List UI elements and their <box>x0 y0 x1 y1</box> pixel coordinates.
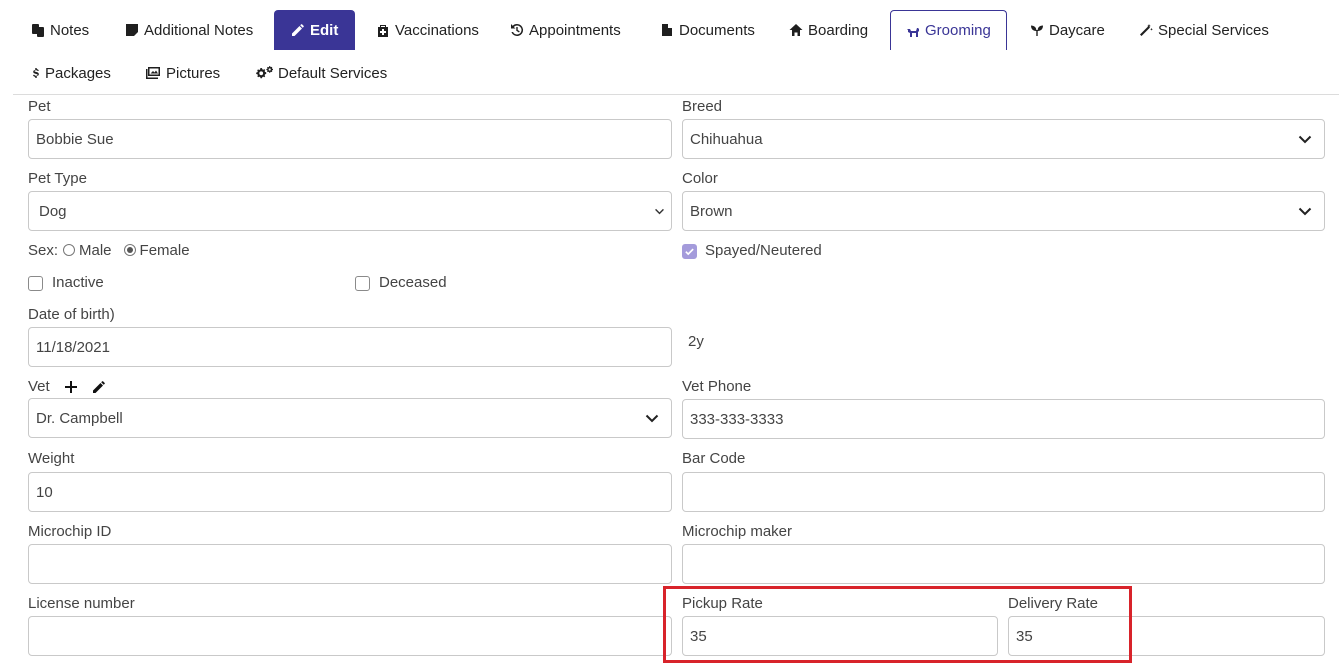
chevron-down-icon <box>1298 135 1312 144</box>
inactive-checkbox[interactable] <box>28 276 43 291</box>
sex-field: Sex: Male Female <box>28 242 190 259</box>
notes-icon <box>32 24 44 37</box>
microchip-id-label: Microchip ID <box>28 523 112 540</box>
add-vet-icon[interactable] <box>64 380 78 394</box>
bar-code-label: Bar Code <box>682 450 746 467</box>
tab-default-services[interactable]: Default Services <box>256 53 387 93</box>
tab-grooming[interactable]: Grooming <box>890 10 1007 50</box>
pet-type-label: Pet Type <box>28 170 87 187</box>
sex-female-radio[interactable] <box>123 244 136 256</box>
seedling-icon <box>1031 25 1043 36</box>
home-icon <box>789 24 803 36</box>
tab-additional-notes[interactable]: Additional Notes <box>125 10 253 50</box>
deceased-label: Deceased <box>379 274 447 291</box>
dob-input[interactable]: 11/18/2021 <box>28 327 672 367</box>
spayed-neutered-checkbox[interactable] <box>682 244 697 259</box>
pet-type-select[interactable]: Dog <box>28 191 672 231</box>
pencil-icon <box>292 24 304 36</box>
weight-label: Weight <box>28 450 75 467</box>
pet-name-input[interactable]: Bobbie Sue <box>28 119 672 159</box>
images-icon <box>146 67 160 79</box>
spayed-neutered-label: Spayed/Neutered <box>705 242 822 259</box>
medical-kit-icon <box>378 25 388 37</box>
gears-icon <box>256 66 273 79</box>
chevron-down-icon <box>655 208 664 215</box>
tabs-divider <box>13 94 1339 95</box>
highlight-box <box>663 586 1132 663</box>
bar-code-input[interactable] <box>682 472 1325 512</box>
age-text: 2y <box>688 333 704 350</box>
vet-label: Vet <box>28 378 50 395</box>
file-icon <box>662 24 672 36</box>
microchip-id-input[interactable] <box>28 544 672 584</box>
vet-select[interactable]: Dr. Campbell <box>28 398 672 438</box>
edit-vet-icon[interactable] <box>92 380 106 394</box>
tab-edit[interactable]: Edit <box>274 10 356 50</box>
vet-phone-input[interactable]: 333-333-3333 <box>682 399 1325 439</box>
deceased-checkbox[interactable] <box>355 276 370 291</box>
tab-vaccinations[interactable]: Vaccinations <box>376 10 479 50</box>
tab-special-services[interactable]: Special Services <box>1139 10 1269 50</box>
dollar-icon <box>33 68 39 78</box>
inactive-label: Inactive <box>52 274 104 291</box>
vet-phone-label: Vet Phone <box>682 378 752 395</box>
dob-label: Date of birth) <box>28 306 115 323</box>
license-number-label: License number <box>28 595 135 612</box>
tab-packages[interactable]: Packages <box>31 53 111 93</box>
history-icon <box>511 23 524 36</box>
tab-pictures[interactable]: Pictures <box>145 53 220 93</box>
breed-select[interactable]: Chihuahua <box>682 119 1325 159</box>
microchip-maker-label: Microchip maker <box>682 523 793 540</box>
tab-notes[interactable]: Notes <box>31 10 89 50</box>
dog-icon <box>907 27 919 37</box>
sticky-note-icon <box>126 24 138 36</box>
tab-boarding[interactable]: Boarding <box>789 10 868 50</box>
weight-input[interactable]: 10 <box>28 472 672 512</box>
color-label: Color <box>682 170 718 187</box>
pet-label: Pet <box>28 98 51 115</box>
license-number-input[interactable] <box>28 616 672 656</box>
check-icon <box>685 248 694 256</box>
tab-appointments[interactable]: Appointments <box>510 10 621 50</box>
color-select[interactable]: Brown <box>682 191 1325 231</box>
magic-wand-icon <box>1140 24 1153 36</box>
tab-daycare[interactable]: Daycare <box>1030 10 1105 50</box>
chevron-down-icon <box>1298 207 1312 216</box>
microchip-maker-input[interactable] <box>682 544 1325 584</box>
tab-documents[interactable]: Documents <box>660 10 755 50</box>
sex-male-radio[interactable] <box>63 244 76 256</box>
breed-label: Breed <box>682 98 723 115</box>
chevron-down-icon <box>645 414 659 423</box>
